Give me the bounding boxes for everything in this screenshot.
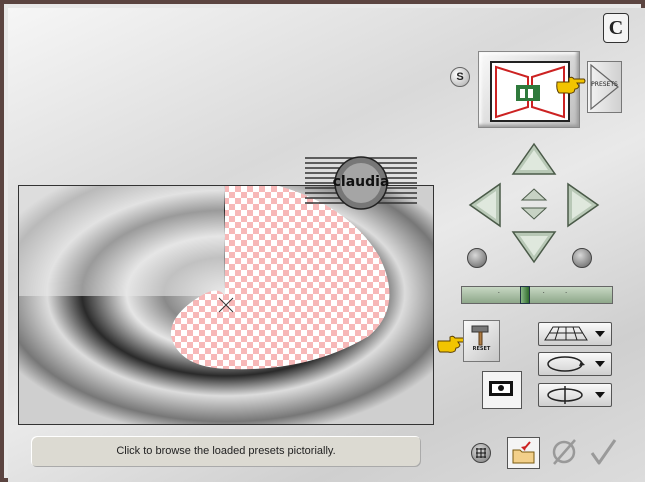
- presets-button[interactable]: PRESETS: [587, 61, 622, 113]
- slider-ticks: · · · ·: [497, 289, 577, 297]
- arrow-left-icon[interactable]: [468, 182, 502, 228]
- rotate-right-icon[interactable]: [572, 248, 592, 268]
- center-reset-icon[interactable]: [516, 186, 552, 222]
- zoom-slider[interactable]: · · · ·: [461, 286, 613, 304]
- status-text: Click to browse the loaded presets picto…: [116, 445, 336, 457]
- watermark-text: claudia: [332, 174, 390, 190]
- folder-import-icon[interactable]: [507, 437, 540, 469]
- arrow-up-icon[interactable]: [511, 142, 557, 176]
- arrow-down-icon[interactable]: [511, 230, 557, 264]
- checkmark-icon[interactable]: [588, 437, 618, 467]
- mask-icon: [489, 381, 513, 396]
- flip-dropdown[interactable]: [538, 383, 612, 407]
- preview-canvas[interactable]: [18, 185, 434, 425]
- rotate-left-icon[interactable]: [467, 248, 487, 268]
- hammer-icon: [471, 325, 489, 346]
- status-bar: Click to browse the loaded presets picto…: [31, 436, 421, 467]
- reset-button[interactable]: RESET: [463, 320, 500, 362]
- slider-thumb[interactable]: [520, 286, 530, 304]
- c-logo-icon[interactable]: C: [603, 13, 629, 43]
- pointing-hand-icon: [556, 76, 586, 94]
- cancel-icon[interactable]: [549, 437, 579, 467]
- rotate-dropdown[interactable]: [538, 352, 612, 376]
- mask-button[interactable]: [482, 371, 522, 409]
- reset-label: RESET: [472, 346, 491, 352]
- presets-label: PRESETS: [591, 81, 618, 88]
- claudia-watermark: claudia: [305, 155, 417, 210]
- s-button[interactable]: S: [450, 67, 470, 87]
- perspective-dropdown[interactable]: [538, 322, 612, 346]
- grid-icon[interactable]: [471, 443, 491, 463]
- arrow-right-icon[interactable]: [566, 182, 600, 228]
